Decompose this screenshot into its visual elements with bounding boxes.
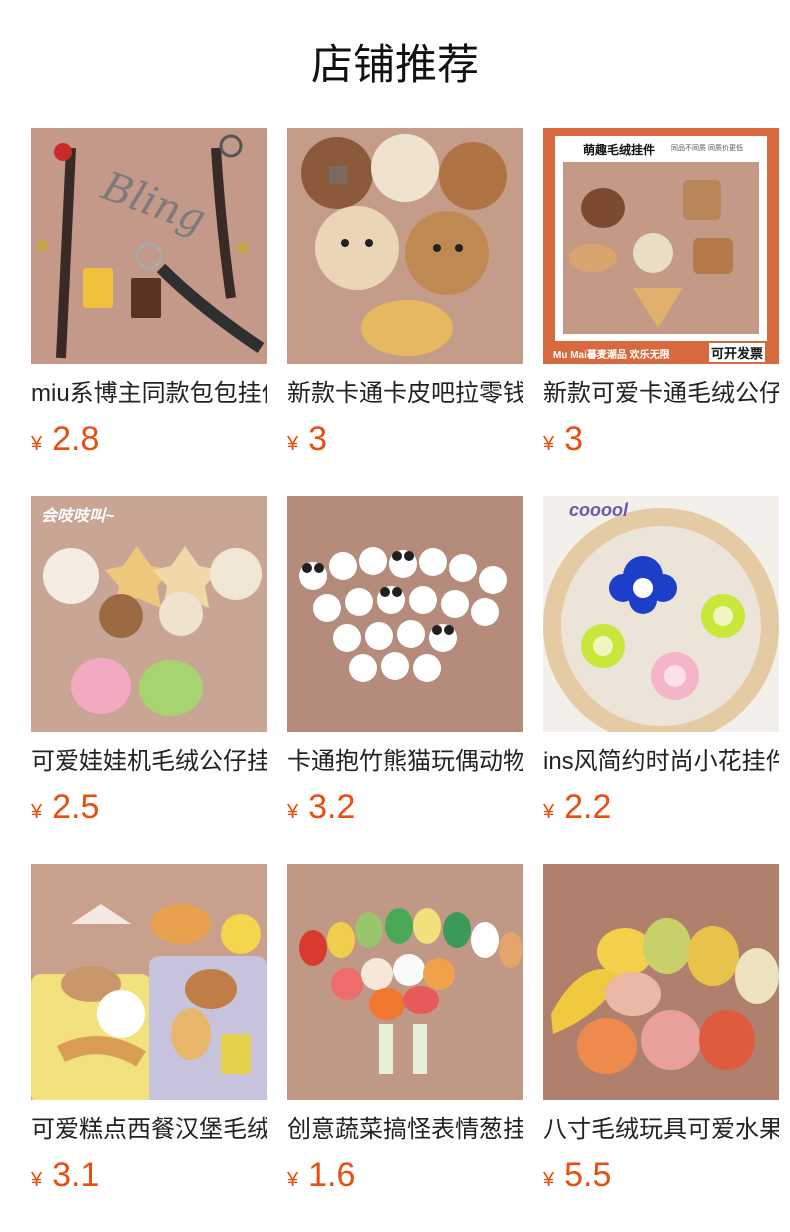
price-amount: 2.5 (52, 788, 100, 826)
product-price: ¥ 3 (287, 419, 523, 459)
price-amount: 1.6 (308, 1156, 356, 1194)
currency-symbol: ¥ (287, 433, 299, 455)
currency-symbol: ¥ (543, 1169, 555, 1191)
product-price: ¥ 3.2 (287, 787, 523, 827)
product-price: ¥ 2.5 (31, 787, 267, 827)
product-image[interactable] (287, 496, 523, 732)
banner-footer-left: Mu Mai暮麦潮品 欢乐无限 (553, 350, 670, 361)
currency-symbol: ¥ (287, 1169, 299, 1191)
price-amount: 2.2 (564, 788, 612, 826)
product-grid: Bling miu系博主同款包包挂件 ¥ 2.8 新款卡通卡皮吧拉零钱 ¥ 3 … (31, 128, 790, 1232)
promo-caption: 会吱吱叫~ (41, 508, 115, 525)
brand-sticker: cooool (569, 500, 628, 520)
product-image[interactable] (543, 864, 779, 1100)
product-card[interactable]: 八寸毛绒玩具可爱水果公仔 ¥ 5.5 (543, 864, 779, 1232)
currency-symbol: ¥ (543, 433, 555, 455)
currency-symbol: ¥ (287, 801, 299, 823)
product-price: ¥ 2.8 (31, 419, 267, 459)
product-name[interactable]: ins风简约时尚小花挂件 (543, 746, 779, 778)
product-image[interactable] (287, 128, 523, 364)
product-image[interactable] (31, 864, 267, 1100)
product-name[interactable]: 新款可爱卡通毛绒公仔挂件 (543, 378, 779, 410)
product-card[interactable]: 可爱糕点西餐汉堡毛绒挂件 ¥ 3.1 (31, 864, 267, 1232)
currency-symbol: ¥ (31, 433, 43, 455)
price-amount: 5.5 (564, 1156, 612, 1194)
product-image[interactable] (287, 864, 523, 1100)
product-name[interactable]: 可爱糕点西餐汉堡毛绒挂件 (31, 1114, 267, 1146)
price-amount: 2.8 (52, 420, 100, 458)
product-image[interactable]: cooool (543, 496, 779, 732)
product-image[interactable]: 萌趣毛绒挂件 同品不同质 同质价更低 Mu Mai暮麦潮品 欢乐无限 可开发票 (543, 128, 779, 364)
product-card[interactable]: cooool ins风简约时尚小花挂件 ¥ 2.2 (543, 496, 779, 864)
price-amount: 3.1 (52, 1156, 100, 1194)
product-price: ¥ 3.1 (31, 1155, 267, 1195)
price-amount: 3 (308, 420, 328, 458)
product-card[interactable]: 新款卡通卡皮吧拉零钱包 ¥ 3 (287, 128, 523, 496)
invoice-badge: 可开发票 (708, 343, 765, 362)
product-image[interactable]: 会吱吱叫~ (31, 496, 267, 732)
product-card[interactable]: 会吱吱叫~ 可爱娃娃机毛绒公仔挂件 ¥ 2.5 (31, 496, 267, 864)
product-card[interactable]: 卡通抱竹熊猫玩偶动物挂件 ¥ 3.2 (287, 496, 523, 864)
product-name[interactable]: 创意蔬菜搞怪表情葱挂件 (287, 1114, 523, 1146)
product-name[interactable]: 八寸毛绒玩具可爱水果公仔 (543, 1114, 779, 1146)
currency-symbol: ¥ (31, 1169, 43, 1191)
product-image[interactable]: Bling (31, 128, 267, 364)
product-price: ¥ 2.2 (543, 787, 779, 827)
product-price: ¥ 3 (543, 419, 779, 459)
product-name[interactable]: miu系博主同款包包挂件 (31, 378, 267, 410)
currency-symbol: ¥ (31, 801, 43, 823)
product-price: ¥ 5.5 (543, 1155, 779, 1195)
product-name[interactable]: 卡通抱竹熊猫玩偶动物挂件 (287, 746, 523, 778)
product-name[interactable]: 新款卡通卡皮吧拉零钱包 (287, 378, 523, 410)
product-price: ¥ 1.6 (287, 1155, 523, 1195)
price-amount: 3 (564, 420, 584, 458)
product-card[interactable]: Bling miu系博主同款包包挂件 ¥ 2.8 (31, 128, 267, 496)
product-card[interactable]: 萌趣毛绒挂件 同品不同质 同质价更低 Mu Mai暮麦潮品 欢乐无限 可开发票 … (543, 128, 779, 496)
currency-symbol: ¥ (543, 801, 555, 823)
product-card[interactable]: 创意蔬菜搞怪表情葱挂件 ¥ 1.6 (287, 864, 523, 1232)
page-title: 店铺推荐 (310, 41, 479, 88)
price-amount: 3.2 (308, 788, 356, 826)
banner-subtitle: 同品不同质 同质价更低 (671, 145, 743, 152)
banner-title: 萌趣毛绒挂件 (583, 143, 656, 157)
product-name[interactable]: 可爱娃娃机毛绒公仔挂件 (31, 746, 267, 778)
